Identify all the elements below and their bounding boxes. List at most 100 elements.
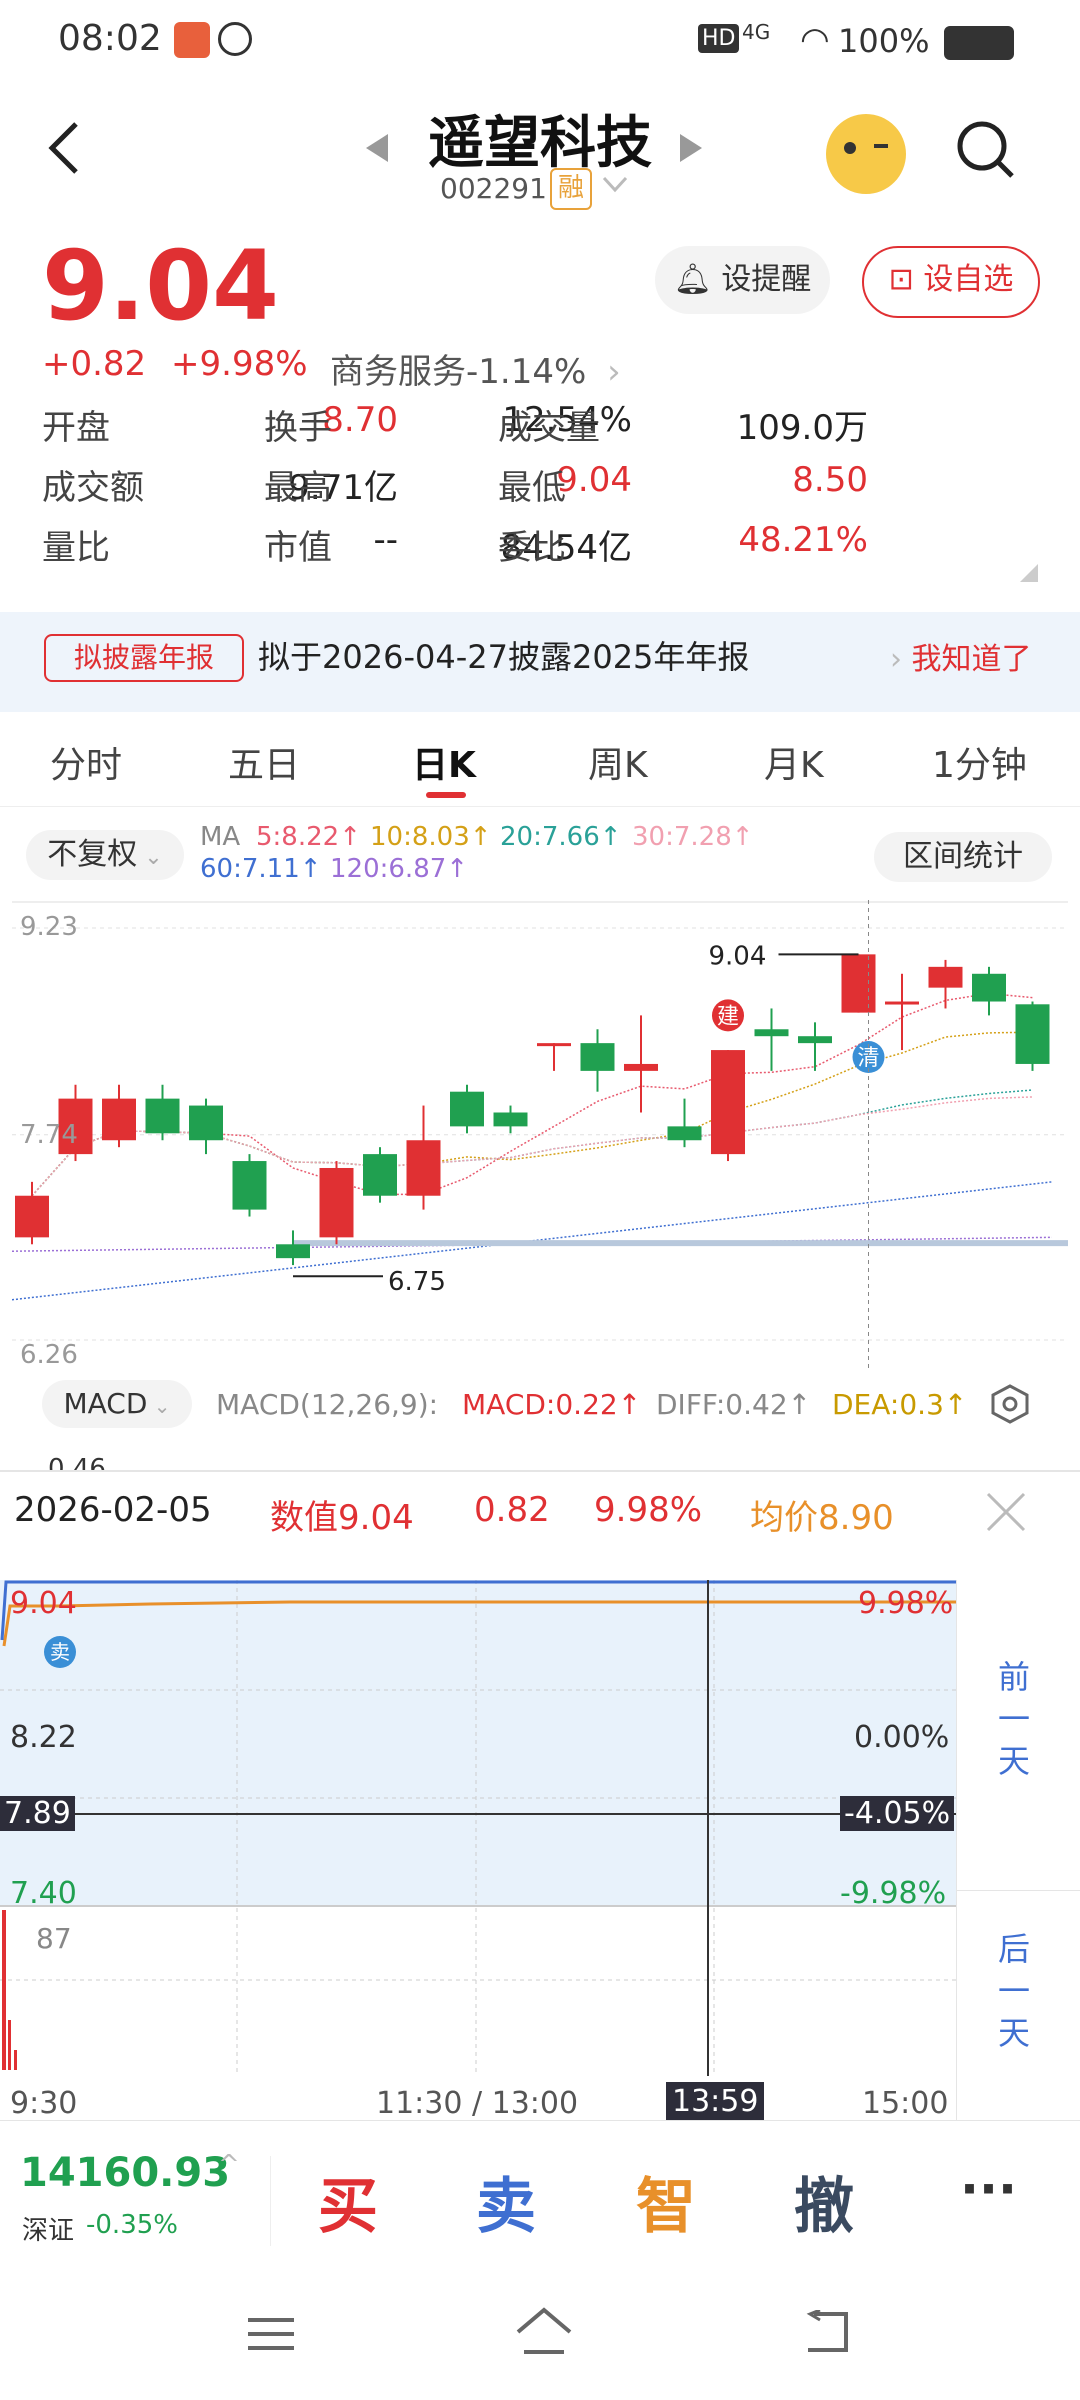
indicator-settings-button[interactable] (990, 1384, 1030, 1428)
tab-five-day[interactable]: 五日 (228, 736, 300, 788)
sector-percent: -1.14% (466, 352, 587, 392)
adjust-mode-select[interactable]: 不复权 ⌄ (26, 830, 184, 880)
battery-icon (944, 26, 1014, 60)
search-icon (957, 121, 1014, 178)
bell-icon: 🔔︎ (673, 262, 712, 297)
tab-daily-k[interactable]: 日K (412, 736, 476, 788)
sync-icon (218, 22, 252, 56)
next-stock-button[interactable] (676, 128, 706, 172)
sector-name: 商务服务 (330, 352, 466, 392)
diff-value: DIFF:0.42↑ (656, 1388, 812, 1421)
add-favorite-button[interactable]: ⊡ 设自选 (862, 246, 1040, 318)
crosshair-price: 7.89 (0, 1796, 75, 1831)
stat-label: 市值 (264, 528, 332, 568)
chevron-down-icon: ⌄ (137, 845, 163, 870)
ma60-value: 60:7.11↑ (200, 854, 322, 884)
close-popup-button[interactable] (984, 1490, 1028, 1538)
tab-weekly-k[interactable]: 周K (588, 736, 648, 788)
intraday-pct-low: -9.98% (840, 1876, 947, 1911)
smart-trade-button[interactable]: 智 (636, 2158, 696, 2245)
candle-body (276, 1244, 310, 1259)
support-band (292, 1240, 1068, 1247)
next-day-button[interactable]: 后一天 (998, 1928, 1032, 2054)
app-notification-icon (174, 22, 210, 58)
candle-body (580, 1043, 615, 1071)
set-alert-button[interactable]: 🔔︎ 设提醒 (655, 246, 830, 314)
close-icon (986, 1492, 1026, 1532)
home-nav-button[interactable] (514, 2306, 574, 2360)
ma30-value: 30:7.28↑ (632, 822, 754, 852)
candle-body (102, 1098, 136, 1141)
wifi-icon: ◠ (800, 20, 830, 60)
active-tab-indicator (426, 792, 466, 798)
cancel-order-button[interactable]: 撤 (794, 2158, 854, 2245)
candle-body (537, 1043, 571, 1047)
candle-body (667, 1126, 702, 1141)
dismiss-notice-label: 我知道了 (911, 642, 1032, 677)
candle-body (841, 954, 876, 1013)
chevron-right-icon: › (607, 352, 621, 392)
candle-body (711, 1050, 745, 1155)
prev-day-button[interactable]: 前一天 (998, 1656, 1032, 1782)
crosshair-time: 13:59 (666, 2082, 765, 2121)
chat-icon: ⊡ (888, 262, 914, 297)
expand-button[interactable] (600, 172, 630, 200)
candle-body (189, 1105, 223, 1141)
ma30-line (31, 1096, 1033, 1197)
sell-marker: 卖 (44, 1636, 76, 1668)
time-open: 9:30 (10, 2086, 78, 2121)
home-icon (516, 2307, 572, 2354)
notice-text: 拟于2026-04-27披露2025年年报 (258, 638, 750, 676)
intraday-pct: 9.98% (594, 1490, 703, 1530)
day-switch-divider (956, 1890, 1080, 1891)
intraday-price-mid: 8.22 (10, 1720, 77, 1755)
stock-code: 002291 (440, 172, 547, 205)
tab-one-minute[interactable]: 1分钟 (932, 736, 1027, 788)
indicator-select[interactable]: MACD ⌄ (42, 1380, 192, 1428)
intraday-pct-mid: 0.00% (854, 1720, 950, 1755)
crosshair-pct: -4.05% (840, 1796, 955, 1831)
network-icon: 4G (742, 20, 771, 44)
kline-chart[interactable]: 9.04 6.75 建清 (12, 900, 1068, 1370)
y-tick-mid: 7.74 (20, 1120, 78, 1150)
chevron-right-icon: › (890, 642, 902, 677)
tab-intraday[interactable]: 分时 (50, 736, 122, 788)
intraday-pct-high: 9.98% (858, 1586, 954, 1621)
corner-indicator-icon (1020, 564, 1038, 582)
stat-value: -- (373, 520, 398, 560)
stat-value: 9.04 (556, 460, 632, 500)
candle-body (1015, 1004, 1050, 1064)
set-alert-label: 设提醒 (721, 262, 812, 297)
intraday-date: 2026-02-05 (14, 1490, 212, 1530)
intraday-value: 数值9.04 (270, 1498, 414, 1538)
ma5-line (31, 992, 1033, 1197)
tab-monthly-k[interactable]: 月K (764, 736, 824, 788)
index-value[interactable]: 14160.93 (20, 2150, 230, 2196)
stat-value: 48.21% (738, 520, 868, 560)
intraday-change: 0.82 (474, 1490, 550, 1530)
intraday-avg: 均价8.90 (750, 1498, 894, 1538)
sell-button[interactable]: 卖 (476, 2158, 536, 2245)
back-nav-button[interactable] (800, 2308, 850, 2360)
change-percent: +9.98% (171, 344, 308, 384)
candle-body (493, 1112, 528, 1127)
menu-nav-button[interactable] (246, 2314, 296, 2358)
sector-link[interactable]: 商务服务-1.14% › (330, 344, 621, 393)
ma-label: MA (200, 822, 241, 852)
more-button[interactable]: ··· (960, 2160, 1017, 2218)
dismiss-notice-button[interactable]: › 我知道了 (890, 634, 1032, 678)
battery-text: 100% (838, 22, 930, 60)
intraday-price-low: 7.40 (10, 1876, 77, 1911)
search-button[interactable] (954, 118, 1018, 186)
chart-tabs (0, 720, 1080, 807)
adjust-mode-label: 不复权 (47, 837, 138, 872)
intraday-chart[interactable] (0, 1580, 956, 2080)
stat-label: 成交额 (42, 468, 144, 508)
index-pct: -0.35% (86, 2210, 178, 2240)
buy-button[interactable]: 买 (318, 2158, 378, 2245)
menu-icon (248, 2318, 294, 2350)
candle-body (363, 1154, 397, 1196)
mascot-avatar[interactable] (826, 114, 906, 194)
range-stats-button[interactable]: 区间统计 (874, 832, 1052, 882)
time-midday: 11:30 / 13:00 (376, 2086, 579, 2121)
